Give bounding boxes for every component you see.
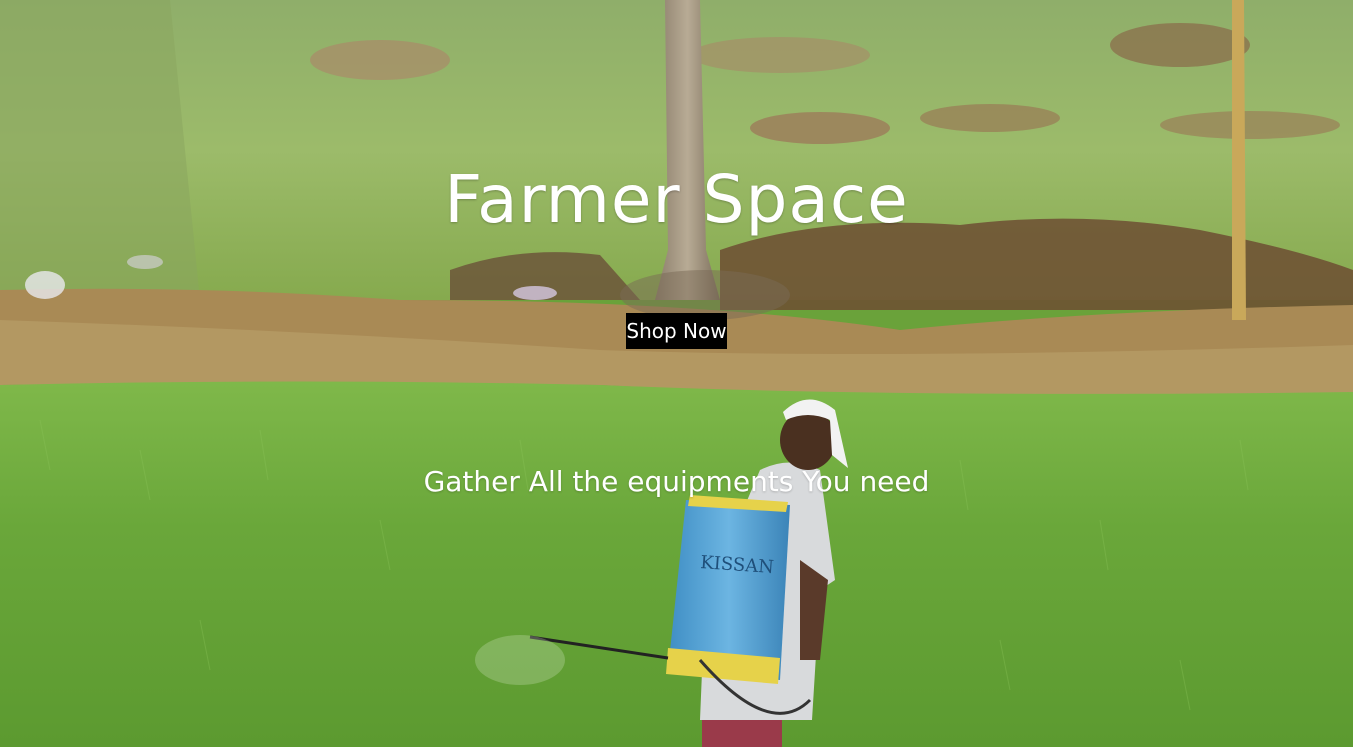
shop-now-button[interactable]: Shop Now (626, 313, 727, 349)
hero-background-image: KISSAN (0, 0, 1353, 747)
hero-section: KISSAN Farmer Space Shop Now Gather All … (0, 0, 1353, 747)
page-title: Farmer Space (444, 161, 909, 238)
hero-tagline: Gather All the equipments You need (423, 465, 930, 498)
